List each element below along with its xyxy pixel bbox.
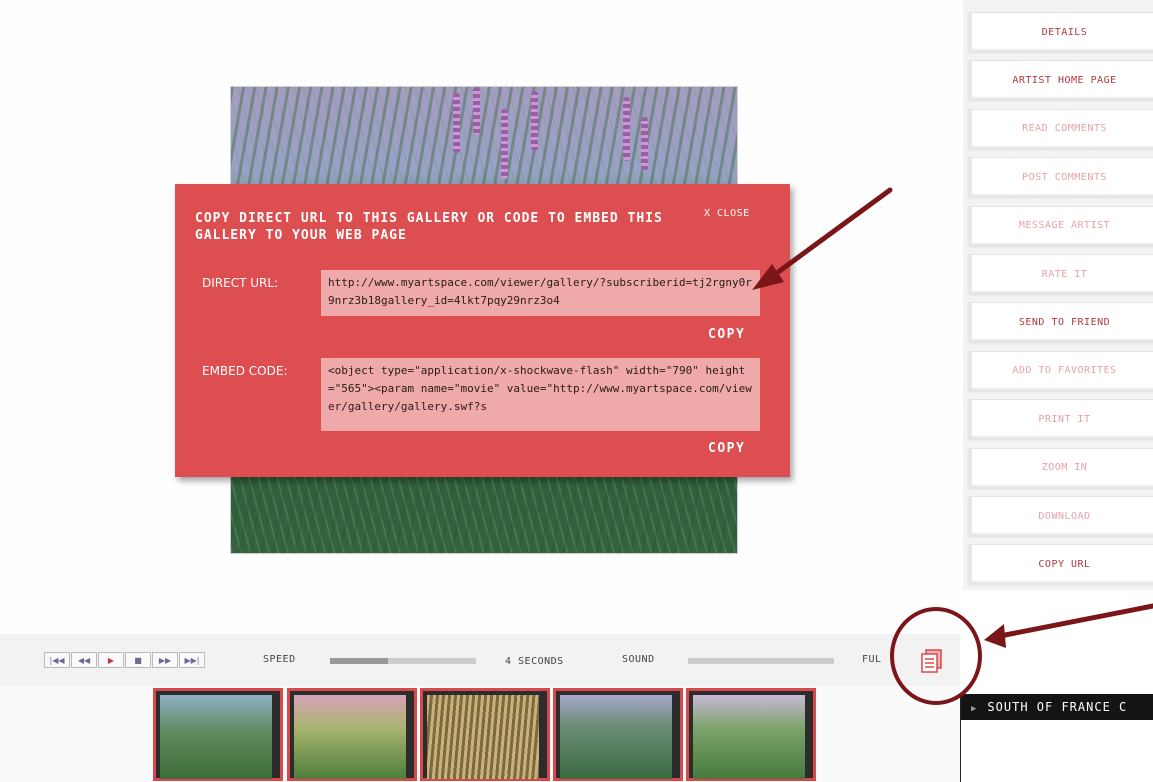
- gallery-title[interactable]: ▶ SOUTH OF FRANCE C: [961, 694, 1153, 720]
- play-icon[interactable]: ▶: [98, 652, 124, 668]
- copy-url-button[interactable]: COPY: [708, 327, 745, 342]
- speed-slider-fill: [330, 658, 389, 664]
- transport-buttons: |◀◀ ◀◀ ▶ ■ ▶▶ ▶▶|: [44, 652, 206, 668]
- lupine-flower: [473, 87, 480, 135]
- sidebar-item-zoom-in[interactable]: ZOOM IN: [968, 447, 1153, 488]
- gallery-panel: ▶ SOUTH OF FRANCE C: [960, 694, 1153, 782]
- last-icon[interactable]: ▶▶|: [179, 652, 205, 668]
- sound-label: SOUND: [622, 654, 655, 665]
- thumbnail-4[interactable]: [553, 688, 683, 781]
- playback-controls: |◀◀ ◀◀ ▶ ■ ▶▶ ▶▶| SPEED 4 SECONDS SOUND …: [0, 634, 960, 686]
- sidebar-item-read-comments[interactable]: READ COMMENTS: [968, 108, 1153, 149]
- speed-label: SPEED: [263, 654, 296, 665]
- thumbnail-image: [427, 695, 539, 779]
- lupine-flower: [623, 97, 630, 161]
- sidebar-item-add-to-favorites[interactable]: ADD TO FAVORITES: [968, 350, 1153, 391]
- lupine-flower: [453, 93, 460, 153]
- sound-slider[interactable]: [688, 658, 834, 664]
- thumbnail-5[interactable]: [686, 688, 816, 781]
- speed-value: 4 SECONDS: [505, 656, 564, 667]
- sidebar-item-message-artist[interactable]: MESSAGE ARTIST: [968, 205, 1153, 246]
- sidebar-item-copy-url[interactable]: COPY URL: [968, 544, 1153, 585]
- sidebar-item-details[interactable]: DETAILS: [968, 12, 1153, 52]
- lupine-flower: [531, 91, 538, 151]
- copy-url-icon[interactable]: [920, 648, 946, 674]
- sidebar-item-send-to-friend[interactable]: SEND TO FRIEND: [968, 302, 1153, 343]
- dialog-title: COPY DIRECT URL TO THIS GALLERY OR CODE …: [195, 211, 663, 243]
- stop-icon[interactable]: ■: [125, 652, 151, 668]
- thumbnail-1[interactable]: [153, 688, 283, 781]
- thumbnail-3[interactable]: [420, 688, 550, 781]
- thumbnail-2[interactable]: [287, 688, 417, 781]
- direct-url-field[interactable]: http://www.myartspace.com/viewer/gallery…: [321, 270, 760, 316]
- thumbnail-image: [160, 695, 272, 779]
- sidebar-item-download[interactable]: DOWNLOAD: [968, 496, 1153, 536]
- thumbnail-image: [693, 695, 805, 779]
- sidebar-item-print-it[interactable]: PRINT IT: [968, 399, 1153, 440]
- thumbnail-image: [560, 695, 672, 779]
- speed-slider[interactable]: [330, 658, 476, 664]
- sidebar-item-artist-home-page[interactable]: ARTIST HOME PAGE: [968, 60, 1153, 101]
- play-arrow-icon: ▶: [971, 704, 978, 714]
- copy-url-dialog: COPY DIRECT URL TO THIS GALLERY OR CODE …: [175, 184, 790, 477]
- rewind-icon[interactable]: ◀◀: [71, 652, 97, 668]
- copy-embed-button[interactable]: COPY: [708, 441, 745, 456]
- first-icon[interactable]: |◀◀: [44, 652, 70, 668]
- lupine-flower: [501, 109, 508, 179]
- embed-code-field[interactable]: <object type="application/x-shockwave-fl…: [321, 358, 760, 431]
- close-button[interactable]: X CLOSE: [704, 208, 750, 219]
- direct-url-label: DIRECT URL:: [202, 276, 279, 290]
- embed-code-label: EMBED CODE:: [202, 364, 288, 378]
- forward-icon[interactable]: ▶▶: [152, 652, 178, 668]
- fullscreen-label[interactable]: FUL: [862, 654, 882, 665]
- sidebar-item-rate-it[interactable]: RATE IT: [968, 254, 1153, 294]
- annotation-arrow-icon: [984, 603, 1153, 648]
- thumbnail-image: [294, 695, 406, 779]
- gallery-title-text: SOUTH OF FRANCE C: [987, 700, 1128, 714]
- lupine-flower: [641, 117, 648, 171]
- sidebar-item-post-comments[interactable]: POST COMMENTS: [968, 157, 1153, 198]
